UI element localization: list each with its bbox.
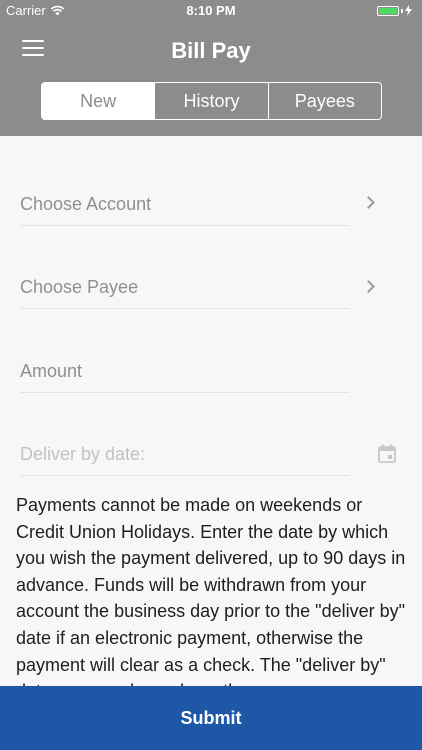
tab-new[interactable]: New xyxy=(42,83,155,119)
tab-history[interactable]: History xyxy=(154,83,267,119)
choose-payee-label: Choose Payee xyxy=(20,277,139,297)
choose-payee-field[interactable]: Choose Payee xyxy=(20,248,350,309)
status-bar: Carrier 8:10 PM xyxy=(0,0,422,22)
battery-indicator xyxy=(377,5,412,16)
chevron-right-icon[interactable] xyxy=(362,196,375,209)
page-title: Bill Pay xyxy=(171,38,251,63)
submit-button[interactable]: Submit xyxy=(0,686,422,750)
nav-bar: Bill Pay New History Payees xyxy=(0,22,422,136)
battery-fill xyxy=(379,7,397,14)
choose-account-field[interactable]: Choose Account xyxy=(20,165,350,226)
segmented-control: New History Payees xyxy=(41,82,382,120)
choose-account-label: Choose Account xyxy=(20,194,152,214)
calendar-icon[interactable] xyxy=(378,444,396,463)
chevron-right-icon[interactable] xyxy=(362,280,375,293)
payment-info-text: Payments cannot be made on weekends or C… xyxy=(16,495,406,686)
deliver-by-date-field[interactable]: Deliver by date: xyxy=(20,415,350,476)
battery-icon xyxy=(377,5,399,16)
deliver-by-date-label: Deliver by date: xyxy=(20,444,146,464)
charging-bolt-icon xyxy=(405,5,412,16)
battery-tip xyxy=(401,8,403,13)
amount-label: Amount xyxy=(20,361,83,381)
tab-payees[interactable]: Payees xyxy=(267,83,381,119)
status-time: 8:10 PM xyxy=(186,3,236,18)
amount-field[interactable]: Amount xyxy=(20,332,350,393)
